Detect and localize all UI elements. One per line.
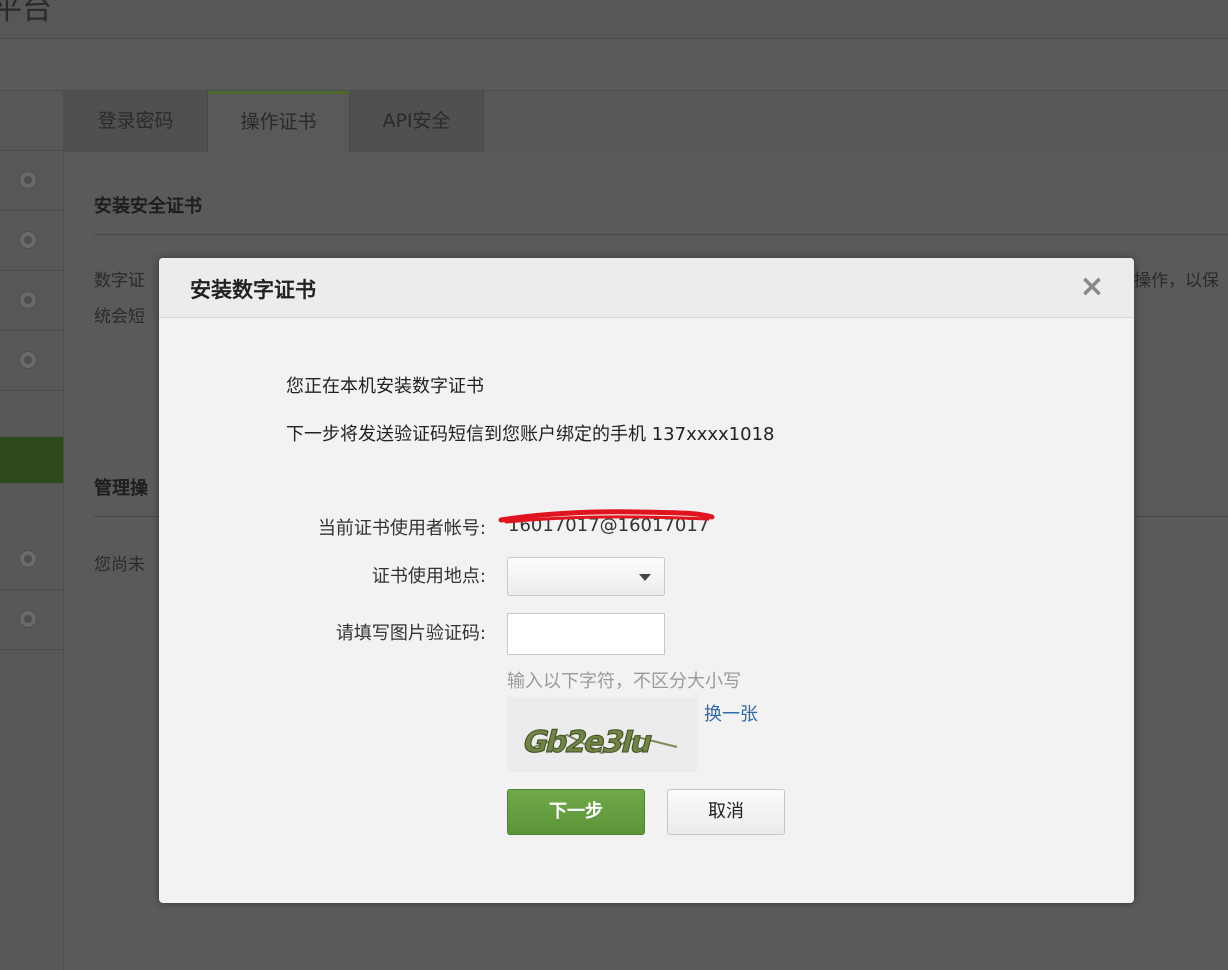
captcha-image[interactable]: Gb2e3Iu: [507, 697, 697, 772]
section-text: 操作，以保: [1134, 271, 1219, 291]
dialog-header: 安装数字证书 ×: [159, 258, 1134, 318]
captcha-text: Gb2e3Iu: [519, 725, 655, 759]
next-step-button[interactable]: 下一步: [507, 789, 645, 835]
install-certificate-dialog: 安装数字证书 × 您正在本机安装数字证书 下一步将发送验证码短信到您账户绑定的手…: [159, 258, 1134, 903]
circle-icon: [19, 550, 37, 568]
redaction-mark: [498, 509, 715, 524]
circle-icon: [19, 171, 37, 189]
refresh-captcha-link[interactable]: 换一张: [704, 700, 758, 726]
circle-icon: [19, 291, 37, 309]
section-text: 数字证: [94, 271, 145, 291]
close-icon[interactable]: ×: [1077, 272, 1107, 302]
section-text: 您尚未: [94, 555, 145, 575]
location-select[interactable]: [507, 557, 665, 596]
circle-icon: [19, 231, 37, 249]
cancel-button[interactable]: 取消: [667, 789, 785, 835]
location-label: 证书使用地点:: [371, 566, 486, 587]
circle-icon: [19, 610, 37, 628]
top-header: 平台: [0, 0, 1228, 39]
sidebar-item[interactable]: [0, 271, 63, 331]
account-label: 当前证书使用者帐号:: [317, 518, 486, 539]
divider: [94, 234, 1228, 235]
section-text: 统会短: [94, 307, 145, 327]
sidebar-item[interactable]: [0, 151, 63, 211]
sms-message: 下一步将发送验证码短信到您账户绑定的手机 137xxxx1018: [286, 424, 775, 445]
tab-login-password[interactable]: 登录密码: [64, 91, 208, 152]
tab-bar: 登录密码 操作证书 API安全: [64, 91, 1228, 152]
captcha-label: 请填写图片验证码:: [335, 623, 486, 644]
captcha-input[interactable]: [507, 613, 665, 655]
sub-header: [0, 39, 1228, 91]
tab-operation-certificate[interactable]: 操作证书: [208, 91, 350, 152]
dialog-title: 安装数字证书: [190, 278, 316, 302]
sidebar: [0, 91, 64, 970]
section-title: 安装安全证书: [94, 196, 202, 217]
sidebar-item-active[interactable]: [0, 437, 63, 483]
sidebar-item[interactable]: [0, 530, 63, 590]
page-title: 平台: [0, 0, 52, 27]
tab-api-security[interactable]: API安全: [350, 91, 484, 152]
sidebar-item[interactable]: [0, 211, 63, 271]
sidebar-item[interactable]: [0, 331, 63, 391]
captcha-graphic: Gb2e3Iu: [507, 697, 697, 772]
info-message: 您正在本机安装数字证书: [286, 376, 484, 397]
sidebar-item[interactable]: [0, 590, 63, 650]
chevron-down-icon: [639, 574, 651, 581]
circle-icon: [19, 351, 37, 369]
captcha-hint: 输入以下字符，不区分大小写: [507, 671, 741, 692]
sidebar-item[interactable]: [0, 91, 63, 151]
section-title: 管理操: [94, 478, 148, 499]
